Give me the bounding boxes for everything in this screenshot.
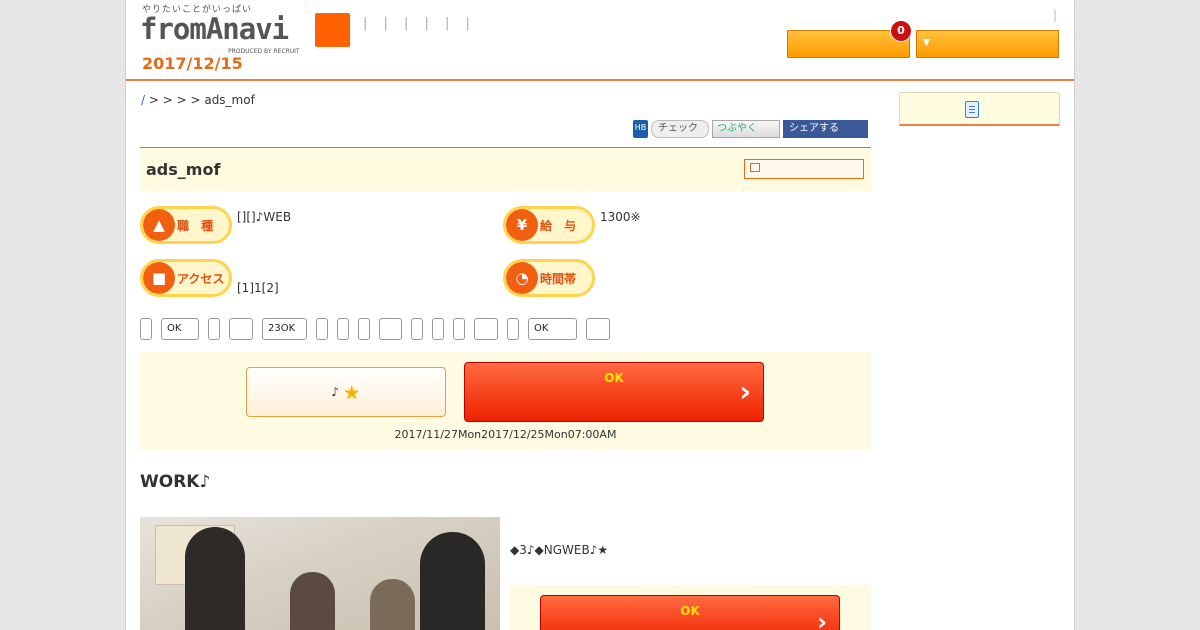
hatena-bookmark-icon[interactable]: HB <box>633 120 648 138</box>
workplace-photo <box>140 517 500 630</box>
apply-button-secondary[interactable]: OK › <box>540 595 840 630</box>
site-header: やりたいことがいっぱい fromAnavi PRODUCED BY RECRUI… <box>126 0 1074 81</box>
feature-tag[interactable] <box>358 318 370 340</box>
favorite-label: ♪ <box>331 385 339 399</box>
work-description: ◆3♪◆NGWEB♪★ <box>510 543 609 557</box>
facebook-share-button[interactable]: シェアする <box>783 120 868 138</box>
keep-count-badge: 0 <box>890 20 912 42</box>
apply-button[interactable]: OK › <box>464 362 764 422</box>
chevron-down-icon: ▼ <box>923 38 930 48</box>
new-window-icon <box>750 163 760 172</box>
salary-value: 1300※ <box>600 210 641 224</box>
posting-period: 2017/11/27Mon2017/12/25Mon07:00AM <box>394 428 617 441</box>
apply-button-label: OK <box>680 604 700 618</box>
feature-tag[interactable]: OK <box>528 318 577 340</box>
region-badge[interactable] <box>315 13 350 47</box>
menu-dropdown-button[interactable]: ▼ <box>916 30 1059 58</box>
access-label: ■ アクセス <box>140 259 232 297</box>
job-type-value: [][]♪WEB <box>237 210 292 224</box>
feature-tag[interactable] <box>379 318 402 340</box>
document-icon <box>965 101 979 118</box>
access-value: [1]1[2] <box>237 281 279 295</box>
apply-section: ♪ ★ OK › 2017/11/27Mon2017/12/25Mon07:00… <box>140 352 871 450</box>
salary-label: ¥ 給 与 <box>503 206 595 244</box>
feature-tag[interactable] <box>208 318 220 340</box>
train-icon: ■ <box>143 262 175 294</box>
sidebar-history-tab[interactable] <box>899 92 1060 126</box>
feature-tag[interactable]: 23OK <box>262 318 307 340</box>
job-title-bar: ads_mof <box>140 147 871 191</box>
work-section-title: WORK♪ <box>140 472 211 492</box>
page-container: やりたいことがいっぱい fromAnavi PRODUCED BY RECRUI… <box>125 0 1075 630</box>
feature-tag[interactable] <box>337 318 349 340</box>
clock-icon: ◔ <box>506 262 538 294</box>
apply-button-label: OK <box>604 371 624 385</box>
feature-tag[interactable] <box>411 318 423 340</box>
hours-label: ◔ 時間帯 <box>503 259 595 297</box>
apply-section-secondary: OK › <box>510 585 871 630</box>
job-type-label: ▲ 職 種 <box>140 206 232 244</box>
breadcrumb: / > > > > ads_mof <box>141 93 255 107</box>
feature-tag[interactable] <box>432 318 444 340</box>
add-favorite-button[interactable]: ♪ ★ <box>246 367 446 417</box>
feature-tag[interactable] <box>140 318 152 340</box>
top-link-separator: | <box>1053 8 1058 22</box>
feature-tag[interactable] <box>474 318 498 340</box>
feature-tag[interactable] <box>229 318 253 340</box>
feature-tag[interactable] <box>453 318 465 340</box>
feature-tag[interactable]: OK <box>161 318 199 340</box>
header-nav-links[interactable]: | | | | | | <box>363 16 476 31</box>
breadcrumb-trail: > > > > ads_mof <box>145 93 255 107</box>
chevron-right-icon: › <box>739 375 751 408</box>
star-plus-icon: ★ <box>342 380 361 405</box>
site-logo[interactable]: fromAnavi <box>140 12 289 46</box>
feature-tag[interactable] <box>316 318 328 340</box>
mixi-check-button[interactable]: チェック <box>651 120 709 138</box>
twitter-tweet-button[interactable]: つぶやく <box>712 120 780 138</box>
shirt-icon: ▲ <box>143 209 175 241</box>
current-date: 2017/12/15 <box>142 54 243 73</box>
feature-tag[interactable] <box>507 318 519 340</box>
chevron-right-icon: › <box>817 608 827 630</box>
job-title: ads_mof <box>146 160 221 179</box>
open-window-button[interactable] <box>744 159 864 179</box>
yen-icon: ¥ <box>506 209 538 241</box>
feature-tag[interactable] <box>586 318 610 340</box>
